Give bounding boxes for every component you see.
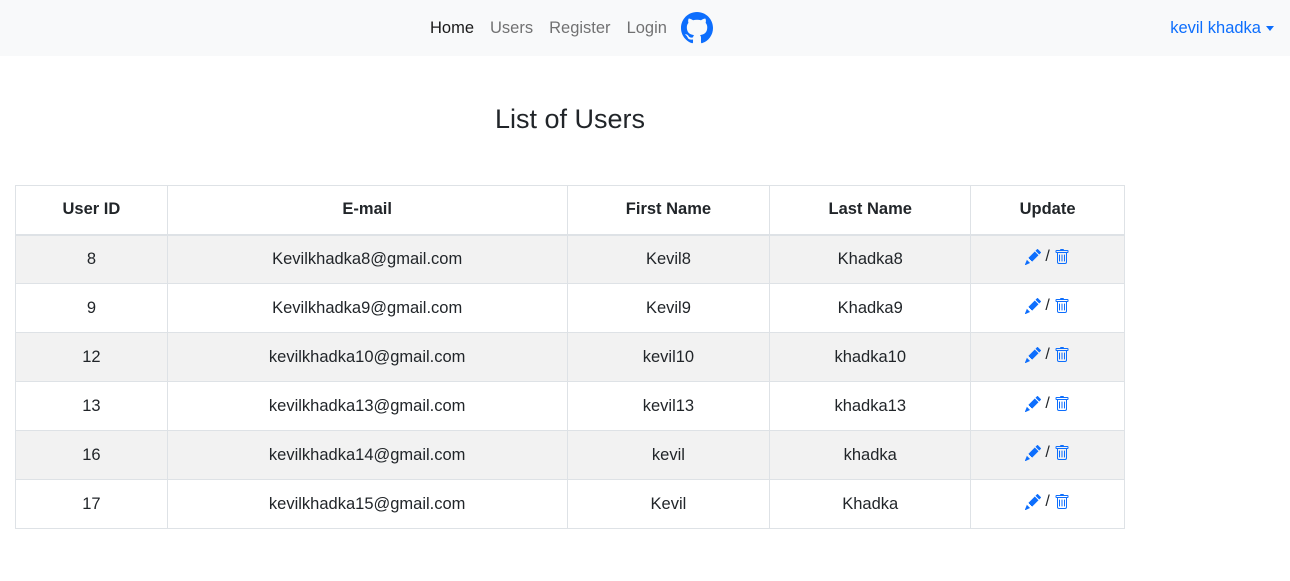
cell-email: kevilkhadka10@gmail.com bbox=[166, 332, 568, 382]
action-separator: / bbox=[1045, 444, 1050, 461]
pencil-icon[interactable] bbox=[1025, 298, 1042, 314]
table-body: 8 Kevilkhadka8@gmail.com Kevil8 Khadka8 … bbox=[15, 234, 1125, 529]
cell-first-name: kevil13 bbox=[566, 381, 771, 431]
cell-first-name: Kevil bbox=[566, 479, 771, 529]
cell-update: / bbox=[970, 234, 1125, 284]
cell-user-id: 12 bbox=[15, 332, 168, 382]
cell-last-name: khadka bbox=[769, 430, 972, 480]
action-separator: / bbox=[1045, 297, 1050, 314]
nav-links: Home Users Register Login bbox=[430, 0, 713, 56]
cell-update: / bbox=[970, 283, 1125, 333]
cell-first-name: Kevil8 bbox=[566, 234, 771, 284]
cell-last-name: khadka10 bbox=[769, 332, 972, 382]
page-title: List of Users bbox=[494, 104, 646, 134]
cell-user-id: 17 bbox=[15, 479, 168, 529]
cell-update: / bbox=[970, 332, 1125, 382]
trash-icon[interactable] bbox=[1054, 494, 1070, 510]
table-row: 13 kevilkhadka13@gmail.com kevil13 khadk… bbox=[15, 381, 1125, 431]
table-row: 12 kevilkhadka10@gmail.com kevil10 khadk… bbox=[15, 332, 1125, 382]
users-table: User ID E-mail First Name Last Name Upda… bbox=[15, 185, 1125, 529]
cell-user-id: 13 bbox=[15, 381, 168, 431]
table-header-row: User ID E-mail First Name Last Name Upda… bbox=[15, 185, 1125, 236]
table-row: 8 Kevilkhadka8@gmail.com Kevil8 Khadka8 … bbox=[15, 234, 1125, 284]
cell-last-name: khadka13 bbox=[769, 381, 972, 431]
cell-user-id: 9 bbox=[15, 283, 168, 333]
row-actions: / bbox=[1025, 297, 1069, 315]
trash-icon[interactable] bbox=[1054, 347, 1070, 363]
cell-email: Kevilkhadka8@gmail.com bbox=[166, 234, 568, 284]
row-actions: / bbox=[1025, 248, 1069, 266]
cell-update: / bbox=[970, 479, 1125, 529]
action-separator: / bbox=[1045, 346, 1050, 363]
cell-first-name: Kevil9 bbox=[566, 283, 771, 333]
nav-link-register[interactable]: Register bbox=[549, 19, 610, 38]
trash-icon[interactable] bbox=[1054, 249, 1070, 265]
action-separator: / bbox=[1045, 493, 1050, 510]
column-header-first-name: First Name bbox=[566, 185, 771, 236]
pencil-icon[interactable] bbox=[1025, 494, 1042, 510]
caret-down-icon bbox=[1266, 26, 1274, 31]
user-menu-label: kevil khadka bbox=[1170, 18, 1261, 37]
row-actions: / bbox=[1025, 493, 1069, 511]
cell-email: kevilkhadka13@gmail.com bbox=[166, 381, 568, 431]
nav-link-login[interactable]: Login bbox=[627, 19, 667, 38]
row-actions: / bbox=[1025, 444, 1069, 462]
table-row: 17 kevilkhadka15@gmail.com Kevil Khadka … bbox=[15, 479, 1125, 529]
cell-user-id: 16 bbox=[15, 430, 168, 480]
row-actions: / bbox=[1025, 346, 1069, 364]
cell-email: kevilkhadka14@gmail.com bbox=[166, 430, 568, 480]
cell-last-name: Khadka9 bbox=[769, 283, 972, 333]
table-row: 9 Kevilkhadka9@gmail.com Kevil9 Khadka9 … bbox=[15, 283, 1125, 333]
trash-icon[interactable] bbox=[1054, 396, 1070, 412]
cell-user-id: 8 bbox=[15, 234, 168, 284]
top-navbar: Home Users Register Login kevil khadka bbox=[0, 0, 1290, 56]
trash-icon[interactable] bbox=[1054, 445, 1070, 461]
trash-icon[interactable] bbox=[1054, 298, 1070, 314]
table-row: 16 kevilkhadka14@gmail.com kevil khadka … bbox=[15, 430, 1125, 480]
pencil-icon[interactable] bbox=[1025, 396, 1042, 412]
cell-first-name: kevil bbox=[566, 430, 771, 480]
cell-update: / bbox=[970, 381, 1125, 431]
row-actions: / bbox=[1025, 395, 1069, 413]
cell-first-name: kevil10 bbox=[566, 332, 771, 382]
pencil-icon[interactable] bbox=[1025, 445, 1042, 461]
pencil-icon[interactable] bbox=[1025, 347, 1042, 363]
column-header-last-name: Last Name bbox=[769, 185, 972, 236]
cell-last-name: Khadka8 bbox=[769, 234, 972, 284]
cell-email: kevilkhadka15@gmail.com bbox=[166, 479, 568, 529]
pencil-icon[interactable] bbox=[1025, 249, 1042, 266]
column-header-email: E-mail bbox=[166, 185, 568, 236]
user-menu-dropdown[interactable]: kevil khadka bbox=[1170, 0, 1274, 56]
column-header-update: Update bbox=[970, 185, 1125, 236]
nav-link-home[interactable]: Home bbox=[430, 19, 474, 38]
action-separator: / bbox=[1045, 395, 1050, 412]
column-header-user-id: User ID bbox=[15, 185, 168, 236]
action-separator: / bbox=[1045, 248, 1050, 266]
cell-email: Kevilkhadka9@gmail.com bbox=[166, 283, 568, 333]
nav-link-users[interactable]: Users bbox=[490, 19, 533, 38]
cell-update: / bbox=[970, 430, 1125, 480]
cell-last-name: Khadka bbox=[769, 479, 972, 529]
github-icon[interactable] bbox=[680, 12, 713, 44]
